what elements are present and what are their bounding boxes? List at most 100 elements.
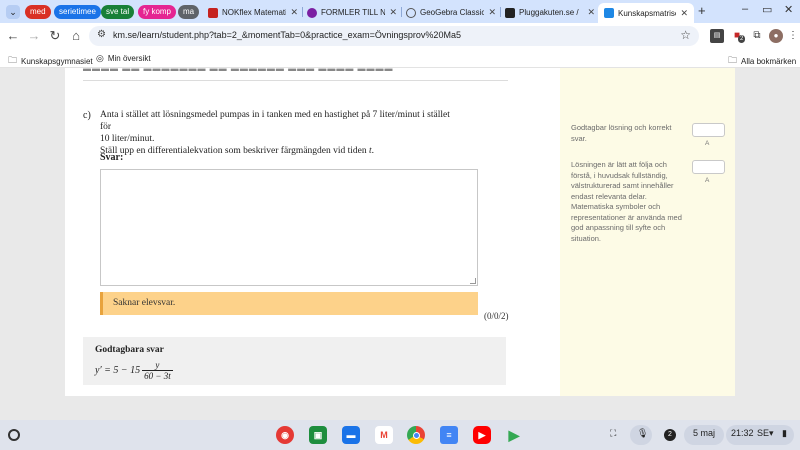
rubric-grade-box-2[interactable] xyxy=(692,160,725,174)
play-store-icon[interactable]: ▶ xyxy=(505,426,523,444)
close-tab-icon[interactable]: ✕ xyxy=(290,7,298,18)
back-icon[interactable]: ← xyxy=(5,28,21,44)
forward-icon[interactable]: → xyxy=(26,28,42,44)
folder-icon: 🗀 xyxy=(728,55,738,65)
extension-badge-count: 2 xyxy=(738,35,746,43)
extension-badge-icon[interactable]: ■ 2 xyxy=(730,29,746,43)
rubric-panel: Godtagbar lösning och korrekt svar. A Lö… xyxy=(560,68,735,396)
date-label: 5 maj xyxy=(693,428,716,438)
kunskapsmatriser-favicon-icon xyxy=(604,8,614,18)
tab-strip: ⌄ med serietimee sve tal fy komp ma NOKf… xyxy=(0,0,800,23)
bookmark-label: Kunskapsgymnasiet xyxy=(21,56,93,66)
maximize-icon[interactable]: ▭ xyxy=(762,3,772,16)
all-bookmarks[interactable]: 🗀 Alla bokmärken xyxy=(728,53,796,69)
tab-pluggakuten[interactable]: Pluggakuten.se / ✕ xyxy=(505,4,595,21)
close-tab-icon[interactable]: ✕ xyxy=(587,7,595,18)
new-tab-icon[interactable]: + xyxy=(698,3,706,18)
reload-icon[interactable]: ↻ xyxy=(47,28,63,44)
question-line-1: Anta i stället att lösningsmedel pumpas … xyxy=(100,110,450,132)
question-line-3-prefix: Ställ upp en differentialekvation som be… xyxy=(100,146,370,156)
accepted-answer-box: Godtagbara svar y′ = 5 − 15 y 60 − 3t xyxy=(83,337,506,385)
chrome-icon[interactable]: ◉ xyxy=(276,426,294,444)
browser-toolbar: ← → ↻ ⌂ ⚙ km.se/learn/student.php?tab=2_… xyxy=(0,23,800,48)
youtube-icon[interactable]: ▶ xyxy=(473,426,491,444)
tab-group-ma[interactable]: ma xyxy=(178,5,200,19)
tab-title: NOKflex Matemati xyxy=(222,8,287,17)
tab-group-fy-komp[interactable]: fy komp xyxy=(138,5,177,19)
classroom-icon[interactable]: ▣ xyxy=(309,426,327,444)
rubric-criterion-2: Lösningen är lätt att följa och förstå, … xyxy=(571,160,682,243)
globe-icon: ◎ xyxy=(96,53,104,63)
tab-title: GeoGebra Classic xyxy=(420,8,485,17)
screen-capture-icon[interactable]: ⛶ xyxy=(610,428,616,439)
gmail-icon[interactable]: M xyxy=(375,426,393,444)
files-icon[interactable]: ▬ xyxy=(342,426,360,444)
equation-fraction: y 60 − 3t xyxy=(142,360,173,381)
rubric-level-1: A xyxy=(705,140,710,147)
rubric-criterion-1: Godtagbar lösning och korrekt svar. xyxy=(571,123,672,143)
geogebra-favicon-icon xyxy=(406,7,416,18)
rubric-grade-box-1[interactable] xyxy=(692,123,725,137)
folder-icon: 🗀 xyxy=(8,55,18,65)
url-text[interactable]: km.se/learn/student.php?tab=2_&momentTab… xyxy=(113,30,461,40)
rubric-level-2: A xyxy=(705,177,710,184)
formler-favicon-icon xyxy=(307,7,317,18)
tab-kunskapsmatriser-active[interactable]: Kunskapsmatriser ✕ xyxy=(598,3,694,23)
question-line-2: 10 liter/minut. xyxy=(100,134,155,144)
profile-avatar[interactable]: ● xyxy=(769,29,783,43)
menu-kebab-icon[interactable]: ⋮ xyxy=(786,29,800,43)
tab-nokflex[interactable]: NOKflex Matemati ✕ xyxy=(208,4,298,21)
launcher-icon[interactable] xyxy=(8,429,20,441)
fraction-numerator: y xyxy=(155,359,160,370)
fraction-denominator: 60 − 3t xyxy=(142,369,173,381)
accepted-answer-equation: y′ = 5 − 15 y 60 − 3t xyxy=(95,357,173,383)
close-tab-icon[interactable]: ✕ xyxy=(389,7,397,18)
tab-group-sve-tal[interactable]: sve tal xyxy=(101,5,135,19)
clock-label: 21:32 xyxy=(731,428,754,438)
close-tab-icon[interactable]: ✕ xyxy=(680,8,688,19)
score-label: (0/0/2) xyxy=(484,311,509,321)
tab-title: Kunskapsmatriser xyxy=(618,8,677,18)
bookmark-kunskapsgymnasiet[interactable]: 🗀 Kunskapsgymnasiet xyxy=(8,53,93,69)
equation-lhs: y′ = 5 − 15 xyxy=(95,364,141,376)
divider xyxy=(83,80,508,81)
no-answer-text: Saknar elevsvar. xyxy=(113,298,176,308)
all-bookmarks-label: Alla bokmärken xyxy=(741,56,797,66)
bookmark-label: Min översikt xyxy=(107,54,151,63)
question-line-3-suffix: . xyxy=(371,146,375,156)
extensions-puzzle-icon[interactable]: ⧉ xyxy=(750,29,764,43)
notification-count[interactable]: 2 xyxy=(664,429,676,441)
nokflex-favicon-icon xyxy=(208,7,218,18)
tab-group-serietimee[interactable]: serietimee xyxy=(54,5,101,19)
tab-geogebra[interactable]: GeoGebra Classic ✕ xyxy=(406,4,496,21)
mic-icon[interactable]: 🎙 xyxy=(637,428,648,439)
tab-title: FORMLER TILL NA xyxy=(321,8,386,17)
close-tab-icon[interactable]: ✕ xyxy=(488,7,496,18)
no-answer-alert: Saknar elevsvar. xyxy=(100,292,478,315)
question-letter: c) xyxy=(83,110,91,121)
question-text: Anta i stället att lösningsmedel pumpas … xyxy=(100,109,460,157)
close-window-icon[interactable]: ✕ xyxy=(784,3,793,16)
bookmark-star-icon[interactable]: ☆ xyxy=(680,28,691,42)
bookmarks-bar: 🗀 Kunskapsgymnasiet ◎ Min översikt 🗀 All… xyxy=(0,48,800,68)
bookmark-min-oversikt[interactable]: ◎ Min översikt xyxy=(96,53,151,64)
tab-group-med[interactable]: med xyxy=(25,5,51,19)
page-content: ▬▬▬▬ ▬▬ ▬▬▬▬▬▬▬ ▬▬ ▬▬▬▬▬▬ ▬▬▬ ▬▬▬▬ ▬▬▬▬ … xyxy=(0,68,800,420)
minimize-icon[interactable]: – xyxy=(742,3,748,15)
locale-label: SE xyxy=(757,428,770,438)
pluggakuten-favicon-icon xyxy=(505,7,515,18)
answer-textarea[interactable] xyxy=(100,169,478,286)
tab-title: Pluggakuten.se / xyxy=(519,8,579,17)
accepted-answer-title: Godtagbara svar xyxy=(95,345,164,355)
site-info-icon[interactable]: ⚙ xyxy=(97,29,106,40)
home-icon[interactable]: ⌂ xyxy=(68,28,84,44)
clipped-previous-text: ▬▬▬▬ ▬▬ ▬▬▬▬▬▬▬ ▬▬ ▬▬▬▬▬▬ ▬▬▬ ▬▬▬▬ ▬▬▬▬ xyxy=(83,68,394,73)
extension-icon[interactable]: ▤ xyxy=(710,29,724,43)
tab-search-icon[interactable]: ⌄ xyxy=(6,5,20,19)
address-bar[interactable]: ⚙ km.se/learn/student.php?tab=2_&momentT… xyxy=(89,26,699,46)
chrome-browser-icon[interactable] xyxy=(407,426,425,444)
tab-formler[interactable]: FORMLER TILL NA ✕ xyxy=(307,4,397,21)
question-line-3: Ställ upp en differentialekvation som be… xyxy=(100,145,460,157)
resize-handle-icon[interactable] xyxy=(470,278,476,284)
docs-icon[interactable]: ≡ xyxy=(440,426,458,444)
